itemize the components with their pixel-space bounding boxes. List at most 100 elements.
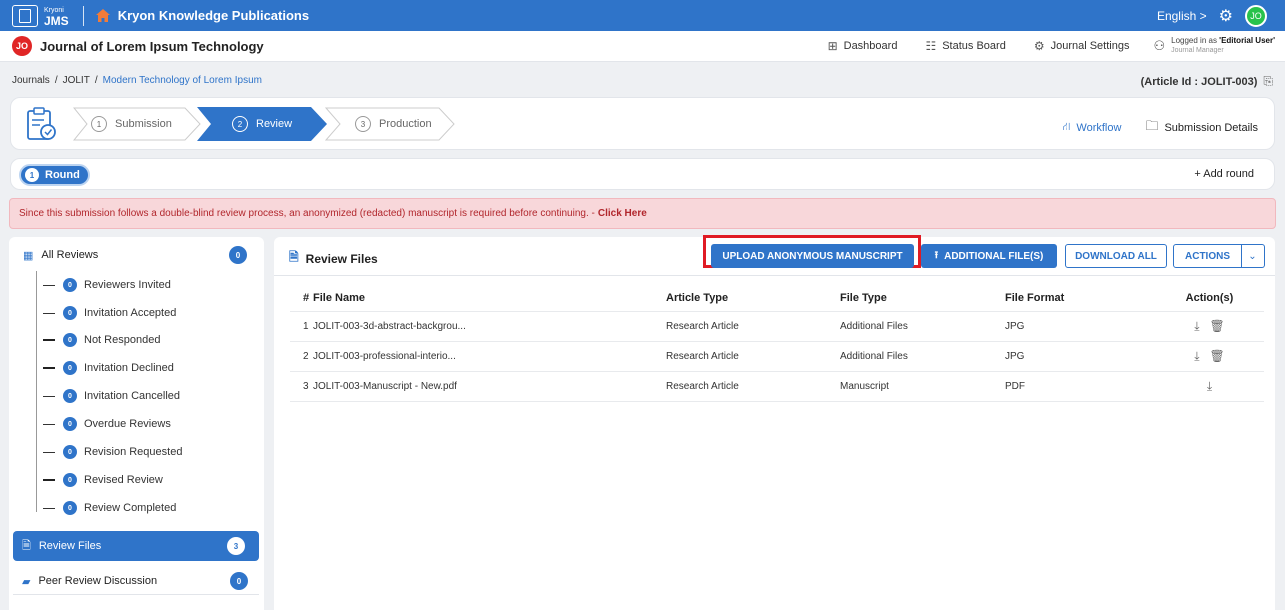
trash-icon[interactable]: 🗑 xyxy=(1210,349,1225,363)
sidebar-item-not-responded[interactable]: 0 Not Responded xyxy=(43,333,160,347)
actions-button[interactable]: ACTIONS xyxy=(1173,244,1242,268)
download-icon[interactable]: ⤓ xyxy=(1194,319,1199,334)
file-name[interactable]: JOLIT-003-professional-interio... xyxy=(313,341,666,372)
file-format: JPG xyxy=(1005,311,1155,342)
table-row: 1 JOLIT-003-3d-abstract-backgrou... Rese… xyxy=(290,311,1264,342)
file-type: Additional Files xyxy=(840,311,1005,342)
breadcrumb-code[interactable]: JOLIT xyxy=(63,75,90,86)
workflow-link[interactable]: ⛙ Workflow xyxy=(1063,121,1122,135)
step-label: Production xyxy=(379,118,432,130)
sidebar-item-revision-requested[interactable]: 0 Revision Requested xyxy=(43,445,182,459)
sidebar-item-invitation-declined[interactable]: 0 Invitation Declined xyxy=(43,361,174,375)
sidebar-item-review-completed[interactable]: 0 Review Completed xyxy=(43,501,176,515)
journal-title[interactable]: Journal of Lorem Ipsum Technology xyxy=(40,39,264,54)
sidebar-item-label: Not Responded xyxy=(84,334,161,346)
logged-in-user[interactable]: ⚇ Logged in as 'Editorial User' Journal … xyxy=(1153,36,1275,56)
count-badge: 0 xyxy=(63,417,77,431)
sidebar-item-label: Revised Review xyxy=(84,474,163,486)
column-header: # xyxy=(290,285,313,312)
upload-anonymous-manuscript-button[interactable]: UPLOAD ANONYMOUS MANUSCRIPT xyxy=(711,244,914,268)
count-badge: 0 xyxy=(63,473,77,487)
nav-journal-settings-label: Journal Settings xyxy=(1050,40,1130,52)
round-tab[interactable]: 1 Round xyxy=(19,164,90,186)
count-badge: 0 xyxy=(63,306,77,320)
article-id-text: (Article Id : JOLIT-003) xyxy=(1140,75,1258,88)
sidebar-item-invitation-cancelled[interactable]: 0 Invitation Cancelled xyxy=(43,389,180,403)
step-production[interactable]: 3 Production xyxy=(325,107,455,141)
sidebar-item-label: Review Completed xyxy=(84,502,177,514)
download-icon[interactable]: ⤓ xyxy=(1207,379,1212,394)
tree-branch xyxy=(43,312,55,314)
step-label: Submission xyxy=(115,118,172,130)
journal-badge: JO xyxy=(12,36,32,56)
grid-icon: ⊞ xyxy=(827,39,838,53)
row-number: 3 xyxy=(290,371,313,402)
chevron-down-icon[interactable]: ⌄ xyxy=(1241,244,1265,268)
file-format: PDF xyxy=(1005,371,1155,402)
home-icon[interactable] xyxy=(95,9,110,22)
review-files-table: # File Name Article Type File Type File … xyxy=(290,285,1264,402)
journal-bar: JO Journal of Lorem Ipsum Technology ⊞ D… xyxy=(0,31,1285,62)
alert-text: Since this submission follows a double-b… xyxy=(19,208,595,219)
nav-dashboard[interactable]: ⊞ Dashboard xyxy=(828,39,898,53)
panel-title: 🗎 Review Files xyxy=(289,248,378,269)
alert-click-here-link[interactable]: Click Here xyxy=(598,208,647,219)
sidebar-item-reviewers-invited[interactable]: 0 Reviewers Invited xyxy=(43,278,171,292)
step-number: 3 xyxy=(355,116,371,132)
sidebar-item-label: Review Files xyxy=(38,540,102,552)
breadcrumb-current[interactable]: Modern Technology of Lorem Ipsum xyxy=(103,75,262,86)
column-header: Action(s) xyxy=(1155,285,1264,312)
tree-branch xyxy=(43,367,55,369)
row-actions: ⤓ 🗑 xyxy=(1155,311,1264,342)
sidebar-item-invitation-accepted[interactable]: 0 Invitation Accepted xyxy=(43,306,176,320)
column-header: Article Type xyxy=(666,285,840,312)
breadcrumb-separator: / xyxy=(54,75,58,86)
table-row: 3 JOLIT-003-Manuscript - New.pdf Researc… xyxy=(290,371,1264,402)
breadcrumb-journals[interactable]: Journals xyxy=(12,75,50,86)
step-number: 2 xyxy=(232,116,248,132)
jms-logo[interactable]: Kryoni JMS xyxy=(12,4,69,27)
panel-title-text: Review Files xyxy=(305,251,378,266)
workflow-stepper: 1 Submission 2 Review 3 Production ⛙ Wor… xyxy=(10,97,1275,150)
download-icon[interactable]: ⤓ xyxy=(1194,349,1199,364)
sidebar-item-revised-review[interactable]: 0 Revised Review xyxy=(43,473,163,487)
sidebar-item-peer-review-discussion[interactable]: ▰ Peer Review Discussion 0 xyxy=(22,572,248,590)
gear-icon[interactable]: ⚙ xyxy=(1219,6,1233,26)
count-badge: 0 xyxy=(63,333,77,347)
tree-branch xyxy=(43,395,55,397)
trash-icon[interactable]: 🗑 xyxy=(1210,319,1225,333)
sidebar-item-overdue-reviews[interactable]: 0 Overdue Reviews xyxy=(43,417,171,431)
submission-details-link[interactable]: 🗀 Submission Details xyxy=(1145,117,1258,139)
tree-branch xyxy=(43,284,55,286)
file-name[interactable]: JOLIT-003-Manuscript - New.pdf xyxy=(313,371,666,402)
step-review[interactable]: 2 Review xyxy=(197,107,327,141)
sidebar-item-review-files[interactable]: 🗎 Review Files 3 xyxy=(13,531,259,561)
sidebar-item-label: All Reviews xyxy=(41,249,99,261)
publisher-name[interactable]: Kryon Knowledge Publications xyxy=(118,8,309,23)
sidebar-item-all-reviews[interactable]: ▦ All Reviews 0 xyxy=(23,246,247,264)
add-round-button[interactable]: + Add round xyxy=(1194,168,1254,180)
nav-journal-settings[interactable]: ⚙ Journal Settings xyxy=(1034,39,1130,53)
step-submission[interactable]: 1 Submission xyxy=(73,107,201,141)
copy-icon[interactable]: ⎘ xyxy=(1263,74,1273,89)
row-actions: ⤓ xyxy=(1155,371,1264,402)
count-badge: 0 xyxy=(63,445,77,459)
nav-dashboard-label: Dashboard xyxy=(843,40,898,52)
chat-icon: ▰ xyxy=(22,575,31,588)
tree-branch xyxy=(43,479,55,481)
logo-icon xyxy=(12,4,38,27)
anonymized-manuscript-alert: Since this submission follows a double-b… xyxy=(9,198,1276,229)
file-type: Additional Files xyxy=(840,341,1005,372)
download-all-button[interactable]: DOWNLOAD ALL xyxy=(1065,244,1167,268)
count-badge: 0 xyxy=(230,572,248,590)
file-name[interactable]: JOLIT-003-3d-abstract-backgrou... xyxy=(313,311,666,342)
round-number: 1 xyxy=(25,168,39,182)
document-review-icon xyxy=(27,107,56,140)
login-role: 'Editorial User' xyxy=(1219,36,1275,45)
language-selector[interactable]: English > xyxy=(1157,9,1207,23)
user-avatar[interactable]: JO xyxy=(1245,4,1267,27)
submission-details-label: Submission Details xyxy=(1164,122,1258,134)
tree-branch xyxy=(43,339,55,341)
additional-files-button[interactable]: ⭱ ADDITIONAL FILE(S) xyxy=(921,244,1057,268)
nav-status-board[interactable]: ☷ Status Board xyxy=(925,39,1005,53)
